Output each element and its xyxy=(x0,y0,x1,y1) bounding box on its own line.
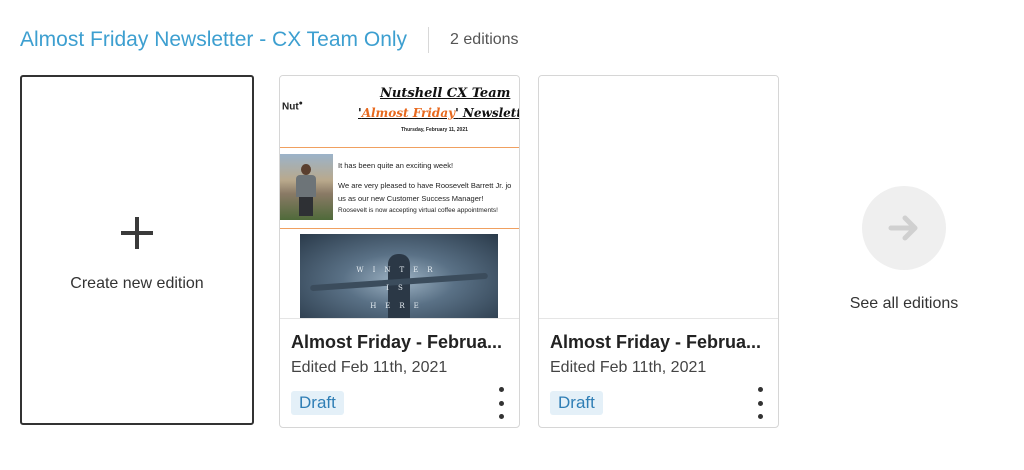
edition-card-footer: Almost Friday - Februa... Edited Feb 11t… xyxy=(280,318,519,427)
create-new-edition-label: Create new edition xyxy=(70,275,204,292)
header-divider xyxy=(428,27,430,53)
edition-card[interactable]: Nut● Nutshell CX Team 'Almost Friday' Ne… xyxy=(279,75,520,428)
newsletter-date: Thursday, February 11, 2021 xyxy=(401,127,468,133)
newsletter-text: We are very pleased to have Roosevelt Ba… xyxy=(338,181,512,190)
edition-edited-date: Edited Feb 11th, 2021 xyxy=(550,359,707,376)
create-new-edition-button[interactable]: Create new edition xyxy=(20,75,254,425)
see-all-editions-button[interactable]: See all editions xyxy=(820,186,988,313)
edition-edited-date: Edited Feb 11th, 2021 xyxy=(291,359,448,376)
newsletter-text: us as our new Customer Success Manager! xyxy=(338,194,484,203)
see-all-editions-label: See all editions xyxy=(849,295,959,312)
edition-thumbnail[interactable]: Nut● Nutshell CX Team 'Almost Friday' Ne… xyxy=(280,76,519,318)
newsletter-subheading: 'Almost Friday' Newsletter xyxy=(358,106,519,120)
editions-count: 2 editions xyxy=(450,31,519,48)
newsletter-text: Roosevelt is now accepting virtual coffe… xyxy=(338,207,498,214)
newsletter-title[interactable]: Almost Friday Newsletter - CX Team Only xyxy=(20,28,407,52)
arrow-right-icon[interactable] xyxy=(862,186,946,270)
separator-line xyxy=(280,228,519,229)
newsletter-text: It has been quite an exciting week! xyxy=(338,161,454,170)
winter-is-here-image: WINTER IS HERE xyxy=(300,234,498,318)
edition-title[interactable]: Almost Friday - Februa... xyxy=(291,332,502,353)
newsletter-heading: Nutshell CX Team xyxy=(380,86,511,101)
status-badge: Draft xyxy=(550,391,603,415)
more-options-icon[interactable] xyxy=(756,387,764,419)
edition-thumbnail[interactable] xyxy=(539,76,778,318)
page-header: Almost Friday Newsletter - CX Team Only … xyxy=(20,26,519,54)
edition-title[interactable]: Almost Friday - Februa... xyxy=(550,332,761,353)
more-options-icon[interactable] xyxy=(497,387,505,419)
nutshell-logo: Nut● xyxy=(282,100,303,113)
plus-icon xyxy=(121,217,153,249)
separator-line xyxy=(280,147,519,148)
edition-card[interactable]: Almost Friday - Februa... Edited Feb 11t… xyxy=(538,75,779,428)
team-member-photo xyxy=(280,154,333,220)
status-badge: Draft xyxy=(291,391,344,415)
edition-card-footer: Almost Friday - Februa... Edited Feb 11t… xyxy=(539,318,778,427)
